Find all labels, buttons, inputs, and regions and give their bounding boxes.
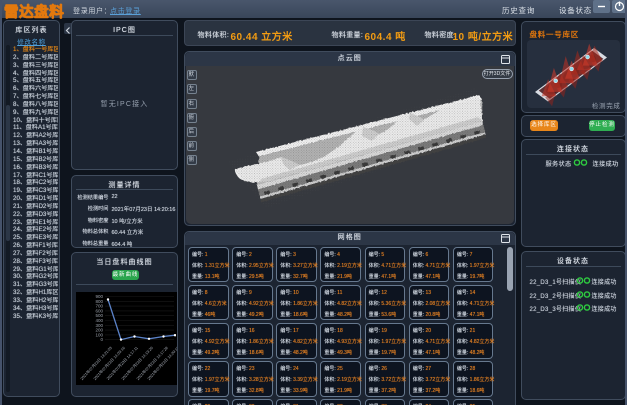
svg-text:0: 0: [100, 337, 103, 342]
